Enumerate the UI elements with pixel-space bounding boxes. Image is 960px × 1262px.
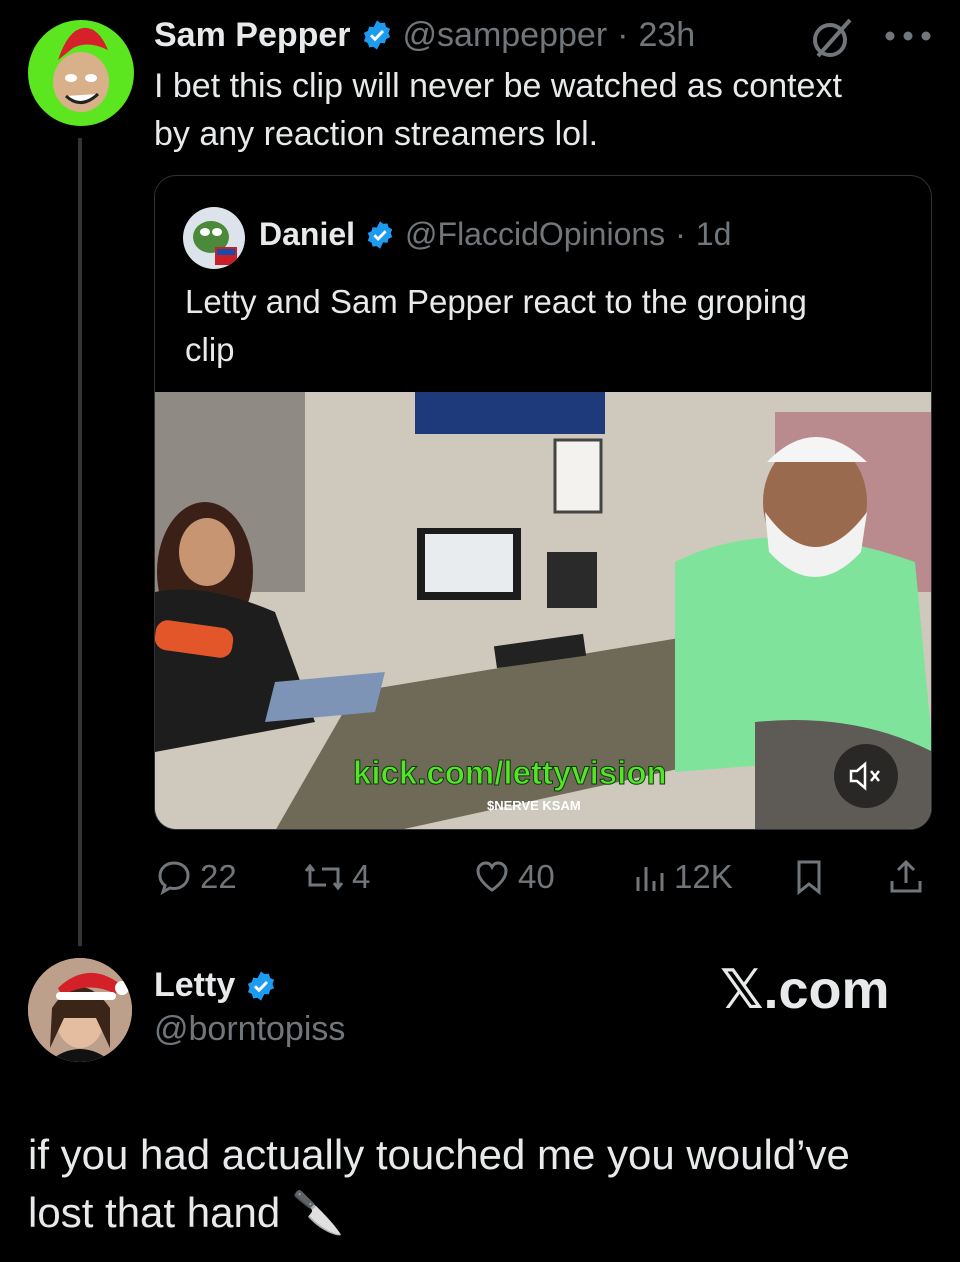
video-player[interactable]: kick.com/lettyvision $NERVE KSAM <box>155 392 931 829</box>
reply-bubble-icon <box>158 861 190 896</box>
post-text-line: by any reaction streamers lol. <box>154 115 599 153</box>
quote-text-line: clip <box>185 331 235 368</box>
bar-chart-icon <box>636 867 664 891</box>
quote-author-name[interactable]: Daniel <box>259 216 355 253</box>
quote-time[interactable]: 1d <box>696 216 732 253</box>
reply-author-handle[interactable]: @borntopiss <box>154 1010 345 1049</box>
author-handle[interactable]: @sampepper <box>403 16 608 55</box>
author-name[interactable]: Sam Pepper <box>154 16 351 55</box>
reply-button[interactable]: 22 <box>154 857 237 897</box>
quote-text: Letty and Sam Pepper react to the gropin… <box>185 278 807 374</box>
quote-author-handle[interactable]: @FlaccidOpinions <box>405 216 665 253</box>
x-brand-logo: 𝕏.com <box>720 960 890 1020</box>
sam-pepper-avatar[interactable] <box>28 20 134 126</box>
like-button[interactable]: 40 <box>472 857 555 897</box>
dot-separator: · <box>675 216 686 252</box>
thread-connector-line <box>78 138 82 946</box>
reply-text-line: lost that hand <box>28 1189 281 1236</box>
repost-count: 4 <box>352 858 371 895</box>
mute-button[interactable] <box>834 744 898 808</box>
reply-author-name[interactable]: Letty <box>154 966 235 1005</box>
stream-overlay-text: $NERVE KSAM <box>487 798 581 813</box>
more-dots-icon[interactable] <box>884 30 932 42</box>
heart-icon <box>476 861 508 892</box>
speaker-muted-icon <box>849 761 880 791</box>
share-upload-icon <box>890 859 922 893</box>
reply-text-line-2: lost that hand 🔪 <box>28 1184 850 1242</box>
dot-separator: · <box>617 15 629 54</box>
slash-circle-icon[interactable] <box>806 14 854 62</box>
repost-arrows-icon <box>304 863 344 891</box>
repost-button[interactable]: 4 <box>302 857 370 897</box>
views-button[interactable]: 12K <box>632 857 733 897</box>
stream-watermark: kick.com/lettyvision <box>353 754 668 792</box>
post-text: I bet this clip will never be watched as… <box>154 62 842 158</box>
share-button[interactable] <box>886 857 926 897</box>
daniel-avatar[interactable] <box>183 207 245 269</box>
knife-emoji: 🔪 <box>291 1189 345 1236</box>
bookmark-button[interactable] <box>792 857 826 897</box>
post-time[interactable]: 23h <box>638 16 695 55</box>
post-text-line: I bet this clip will never be watched as… <box>154 67 842 105</box>
verified-badge-icon <box>245 970 277 1002</box>
bookmark-icon <box>797 860 821 896</box>
reply-text: if you had actually touched me you would… <box>28 1126 850 1242</box>
verified-badge-icon <box>361 19 393 51</box>
reply-count: 22 <box>200 858 237 895</box>
quote-header: Daniel @FlaccidOpinions · 1d <box>259 216 731 253</box>
reply-author-row: Letty <box>154 966 277 1005</box>
action-bar: 22 4 40 12K <box>154 852 934 902</box>
verified-badge-icon <box>365 220 395 250</box>
post-header: Sam Pepper @sampepper · 23h <box>154 14 695 56</box>
like-count: 40 <box>518 858 555 895</box>
view-count: 12K <box>674 858 733 895</box>
letty-avatar[interactable] <box>28 958 132 1062</box>
quoted-post-card[interactable]: Daniel @FlaccidOpinions · 1d Letty and S… <box>154 175 932 830</box>
reply-text-line: if you had actually touched me you would… <box>28 1131 850 1178</box>
quote-text-line: Letty and Sam Pepper react to the gropin… <box>185 283 807 320</box>
